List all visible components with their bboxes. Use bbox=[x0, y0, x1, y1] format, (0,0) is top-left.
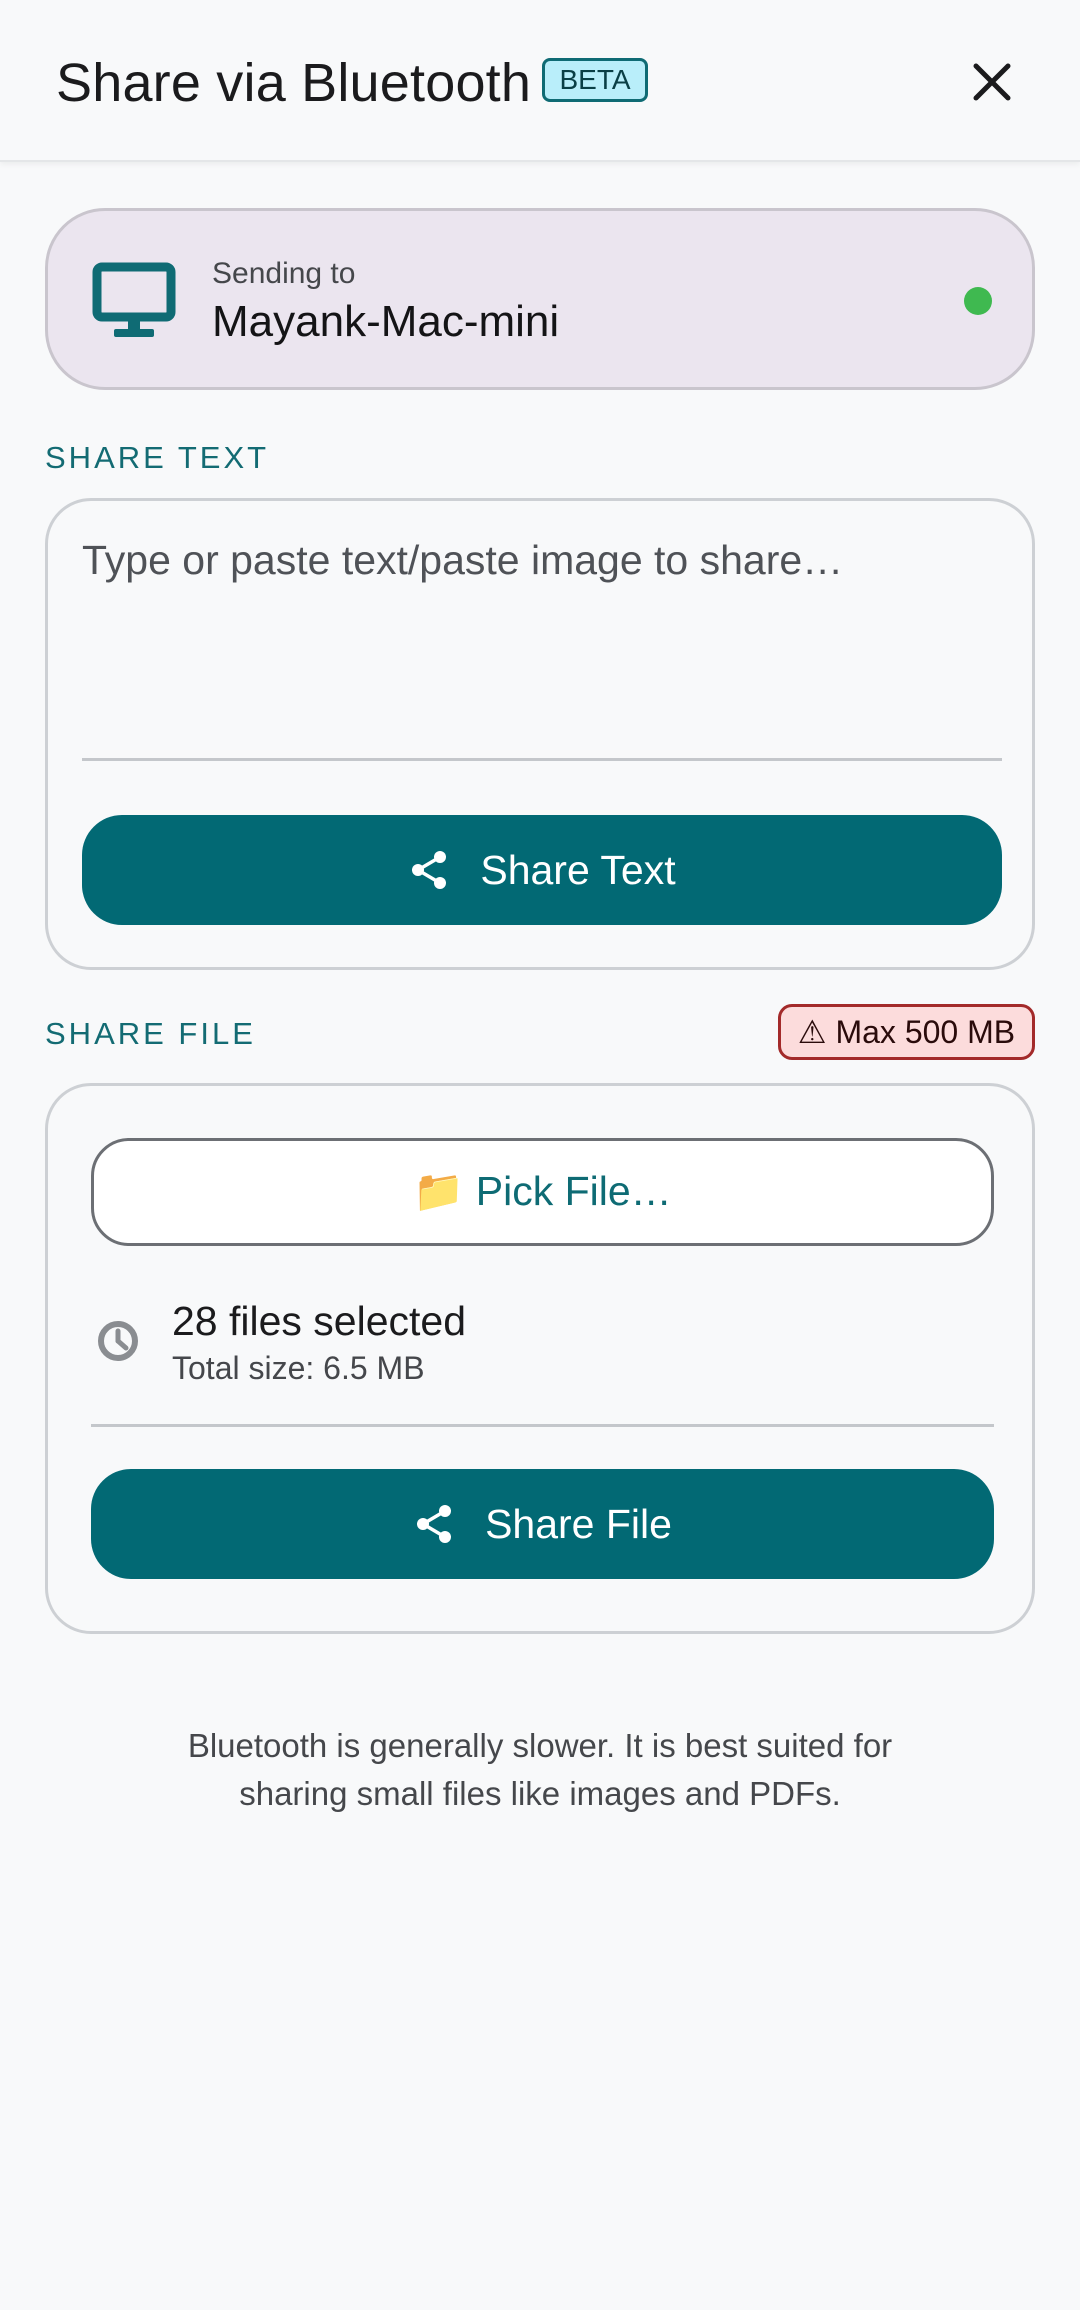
share-text-card: Share Text bbox=[45, 498, 1035, 970]
share-text-button[interactable]: Share Text bbox=[82, 815, 1002, 925]
share-text-input[interactable] bbox=[82, 525, 1002, 761]
share-file-button[interactable]: Share File bbox=[91, 1469, 994, 1579]
share-file-label: SHARE FILE bbox=[45, 1016, 256, 1051]
monitor-icon bbox=[92, 262, 176, 337]
share-text-button-label: Share Text bbox=[480, 846, 676, 893]
pick-file-button[interactable]: 📁 Pick File… bbox=[91, 1138, 994, 1246]
share-file-button-label: Share File bbox=[485, 1500, 672, 1547]
app-bar: Share via Bluetooth BETA bbox=[0, 0, 1080, 162]
connection-status-indicator bbox=[964, 287, 992, 315]
note-line-1: Bluetooth is generally slower. It is bes… bbox=[187, 1727, 893, 1764]
beta-badge: BETA bbox=[542, 58, 648, 102]
share-icon bbox=[417, 1505, 452, 1543]
share-text-label: SHARE TEXT bbox=[45, 440, 270, 475]
device-name: Mayank-Mac-mini bbox=[212, 297, 560, 346]
close-icon[interactable] bbox=[962, 52, 1022, 112]
max-size-warning-badge: ⚠ Max 500 MB bbox=[778, 1004, 1035, 1060]
share-file-card: 📁 Pick File… 28 files selected Total siz… bbox=[45, 1083, 1035, 1634]
note-line-2: sharing small files like images and PDFs… bbox=[239, 1775, 841, 1812]
divider bbox=[91, 1424, 994, 1427]
pick-file-label: 📁 Pick File… bbox=[413, 1168, 672, 1214]
sending-to-label: Sending to bbox=[212, 257, 356, 290]
files-total-size: Total size: 6.5 MB bbox=[172, 1350, 425, 1386]
bluetooth-speed-note: Bluetooth is generally slower. It is bes… bbox=[100, 1722, 980, 1818]
share-icon bbox=[412, 851, 447, 889]
clock-icon bbox=[98, 1321, 138, 1361]
target-device-card: Sending to Mayank-Mac-mini bbox=[45, 208, 1035, 390]
page-title: Share via Bluetooth bbox=[56, 53, 532, 113]
files-count: 28 files selected bbox=[172, 1298, 467, 1344]
close-button[interactable] bbox=[962, 52, 1022, 112]
